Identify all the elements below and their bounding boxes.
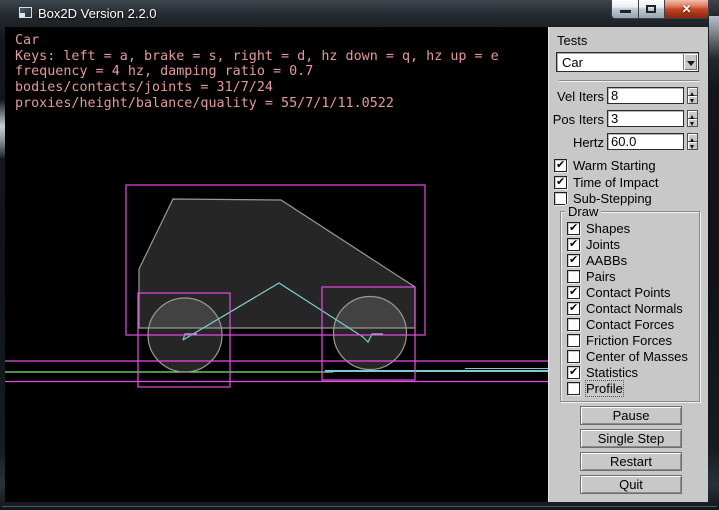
joints-label: Joints (586, 237, 620, 252)
control-panel: Tests Car Vel Iters Pos Iters Hertz Warm S… (548, 27, 708, 502)
hertz-input[interactable] (607, 133, 684, 150)
hertz-label: Hertz (549, 135, 604, 150)
warm-starting-checkbox[interactable] (554, 159, 567, 172)
pos-iters-spinner-down-icon[interactable] (687, 119, 698, 127)
aabbs-checkbox[interactable] (567, 254, 580, 267)
minimize-icon (620, 10, 631, 13)
chevron-down-icon (687, 61, 695, 70)
checkbox-row-warm-starting[interactable]: Warm Starting (554, 159, 658, 172)
checkbox-row-aabbs[interactable]: AABBs (567, 254, 688, 267)
warm-starting-label: Warm Starting (573, 158, 656, 173)
checkbox-row-profile[interactable]: Profile (567, 382, 688, 395)
pairs-checkbox[interactable] (567, 270, 580, 283)
close-icon: ✕ (665, 1, 708, 18)
vel-iters-spinner-down-icon[interactable] (687, 96, 698, 104)
checkbox-row-contact-normals[interactable]: Contact Normals (567, 302, 688, 315)
center-of-masses-label: Center of Masses (586, 349, 688, 364)
restart-button[interactable]: Restart (580, 452, 682, 471)
draw-option-checkboxes: ShapesJointsAABBsPairsContact PointsCont… (567, 222, 688, 398)
shapes-checkbox[interactable] (567, 222, 580, 235)
pairs-label: Pairs (586, 269, 616, 284)
pos-iters-input[interactable] (607, 110, 684, 127)
friction-forces-label: Friction Forces (586, 333, 672, 348)
checkbox-row-time-of-impact[interactable]: Time of Impact (554, 176, 658, 189)
single-step-button[interactable]: Single Step (580, 429, 682, 448)
tests-dropdown-value: Car (562, 55, 583, 70)
vel-iters-spinner-up-icon[interactable] (687, 87, 698, 96)
time-of-impact-label: Time of Impact (573, 175, 658, 190)
pos-iters-label: Pos Iters (549, 112, 604, 127)
sim-option-checkboxes: Warm StartingTime of ImpactSub-Stepping (554, 159, 658, 209)
friction-forces-checkbox[interactable] (567, 334, 580, 347)
app-window: Box2D Version 2.2.0 ✕ (0, 0, 719, 510)
debug-stats-text: Car Keys: left = a, brake = s, right = d… (15, 33, 499, 112)
contact-forces-checkbox[interactable] (567, 318, 580, 331)
center-of-masses-checkbox[interactable] (567, 350, 580, 363)
hertz-spinner (687, 133, 698, 150)
contact-forces-label: Contact Forces (586, 317, 674, 332)
hertz-spinner-up-icon[interactable] (687, 133, 698, 142)
checkbox-row-contact-forces[interactable]: Contact Forces (567, 318, 688, 331)
checkbox-row-friction-forces[interactable]: Friction Forces (567, 334, 688, 347)
vel-iters-label: Vel Iters (549, 89, 604, 104)
simulation-canvas[interactable]: Car Keys: left = a, brake = s, right = d… (5, 27, 548, 502)
time-of-impact-checkbox[interactable] (554, 176, 567, 189)
checkbox-row-shapes[interactable]: Shapes (567, 222, 688, 235)
draw-group-title: Draw (565, 204, 601, 219)
checkbox-row-center-of-masses[interactable]: Center of Masses (567, 350, 688, 363)
checkbox-row-contact-points[interactable]: Contact Points (567, 286, 688, 299)
vel-iters-row: Vel Iters (549, 87, 709, 110)
vel-iters-spinner (687, 87, 698, 104)
profile-checkbox[interactable] (567, 382, 580, 395)
hertz-spinner-down-icon[interactable] (687, 142, 698, 150)
aabbs-label: AABBs (586, 253, 627, 268)
contact-points-checkbox[interactable] (567, 286, 580, 299)
checkbox-row-statistics[interactable]: Statistics (567, 366, 688, 379)
window-border-bottom-line (2, 506, 717, 507)
maximize-button[interactable] (639, 0, 664, 19)
app-icon (19, 7, 32, 18)
tests-label: Tests (557, 33, 587, 48)
hertz-row: Hertz (549, 133, 709, 156)
checkbox-row-pairs[interactable]: Pairs (567, 270, 688, 283)
close-button[interactable]: ✕ (664, 0, 709, 19)
maximize-icon (646, 5, 656, 13)
vel-iters-input[interactable] (607, 87, 684, 104)
pause-button[interactable]: Pause (580, 406, 682, 425)
separator (559, 80, 699, 82)
profile-label: Profile (586, 381, 623, 396)
contact-normals-checkbox[interactable] (567, 302, 580, 315)
window-title: Box2D Version 2.2.0 (38, 6, 157, 21)
tests-dropdown[interactable]: Car (556, 52, 699, 72)
joints-checkbox[interactable] (567, 238, 580, 251)
pos-iters-spinner (687, 110, 698, 127)
statistics-checkbox[interactable] (567, 366, 580, 379)
car-wheel-right (334, 297, 407, 370)
contact-points-label: Contact Points (586, 285, 671, 300)
pos-iters-row: Pos Iters (549, 110, 709, 133)
quit-button[interactable]: Quit (580, 475, 682, 494)
tests-dropdown-button[interactable] (683, 54, 697, 70)
minimize-button[interactable] (611, 0, 639, 19)
iteration-controls: Vel Iters Pos Iters Hertz (549, 87, 709, 156)
title-bar[interactable]: Box2D Version 2.2.0 ✕ (0, 0, 719, 27)
contact-normals-label: Contact Normals (586, 301, 683, 316)
shapes-label: Shapes (586, 221, 630, 236)
caption-buttons: ✕ (611, 0, 709, 19)
statistics-label: Statistics (586, 365, 638, 380)
checkbox-row-joints[interactable]: Joints (567, 238, 688, 251)
pos-iters-spinner-up-icon[interactable] (687, 110, 698, 119)
